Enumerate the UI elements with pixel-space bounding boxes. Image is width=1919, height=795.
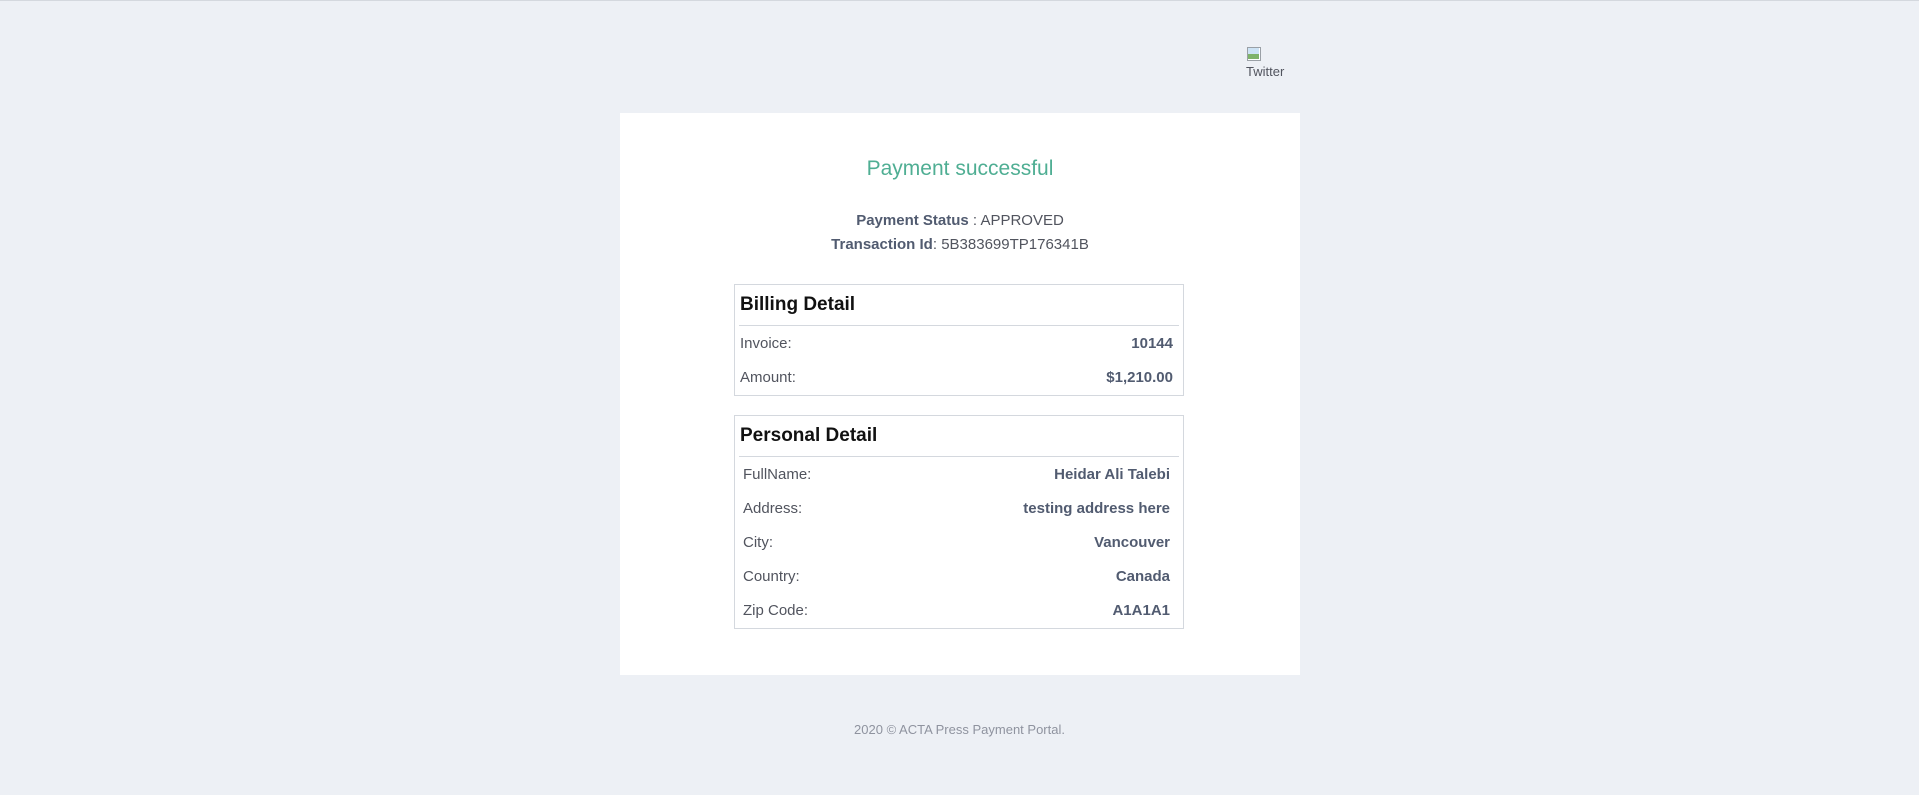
footer-copyright: 2020 © ACTA Press Payment Portal.	[854, 722, 1065, 737]
personal-row-label: FullName:	[743, 465, 812, 483]
personal-row-zip-code: Zip Code: A1A1A1	[735, 593, 1183, 627]
personal-row-label: Address:	[743, 499, 803, 517]
personal-detail-panel: Personal Detail FullName: Heidar Ali Tal…	[734, 415, 1184, 629]
payment-card: Payment successful Payment Status : APPR…	[620, 113, 1300, 675]
personal-row-value: Heidar Ali Talebi	[1054, 465, 1170, 483]
billing-row-amount: Amount: $1,210.00	[735, 360, 1183, 394]
billing-row-label: Amount:	[740, 368, 796, 386]
billing-detail-heading: Billing Detail	[739, 285, 1179, 326]
page-title: Payment successful	[866, 157, 1054, 180]
payment-status: Payment Status : APPROVED	[620, 212, 1300, 229]
billing-row-value: 10144	[1131, 334, 1173, 352]
payment-status-label: Payment Status	[856, 212, 969, 229]
payment-status-value: APPROVED	[980, 212, 1064, 229]
transaction-id-separator: :	[932, 236, 942, 253]
personal-row-city: City: Vancouver	[735, 525, 1183, 559]
personal-row-country: Country: Canada	[735, 559, 1183, 593]
payment-status-separator: :	[968, 212, 981, 229]
billing-row-value: $1,210.00	[1106, 368, 1173, 386]
transaction-id: Transaction Id: 5B383699TP176341B	[620, 236, 1300, 253]
personal-row-label: Country:	[743, 567, 800, 585]
personal-detail-heading: Personal Detail	[739, 416, 1179, 457]
transaction-id-label: Transaction Id	[831, 236, 933, 253]
billing-row-invoice: Invoice: 10144	[735, 326, 1183, 360]
personal-row-label: City:	[743, 533, 773, 551]
personal-row-address: Address: testing address here	[735, 491, 1183, 525]
personal-row-value: Vancouver	[1094, 533, 1170, 551]
billing-detail-panel: Billing Detail Invoice: 10144 Amount: $1…	[734, 284, 1184, 396]
transaction-id-value: 5B383699TP176341B	[941, 236, 1089, 253]
logo-link[interactable]: Twitter	[1246, 46, 1288, 79]
logo-alt-text: Twitter	[1246, 64, 1285, 79]
personal-row-fullname: FullName: Heidar Ali Talebi	[735, 457, 1183, 491]
personal-row-label: Zip Code:	[743, 601, 809, 619]
personal-row-value: testing address here	[1023, 499, 1170, 517]
broken-image-icon	[1246, 46, 1262, 62]
personal-row-value: A1A1A1	[1112, 601, 1170, 619]
billing-row-label: Invoice:	[740, 334, 792, 352]
personal-row-value: Canada	[1115, 567, 1170, 585]
